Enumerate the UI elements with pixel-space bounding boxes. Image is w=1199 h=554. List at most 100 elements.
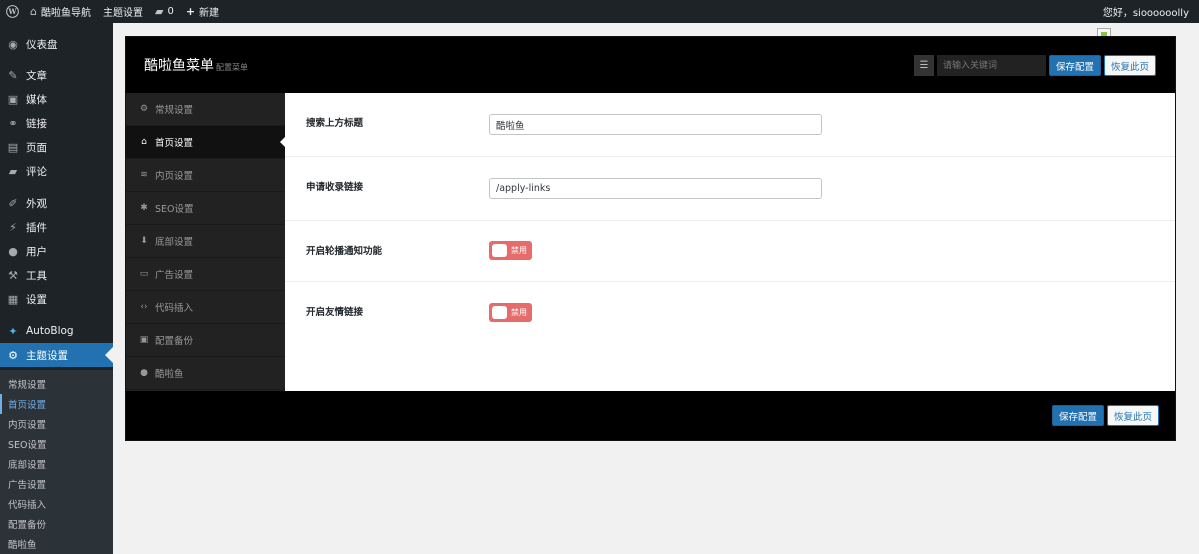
save-button[interactable]: 保存配置 <box>1049 55 1101 76</box>
admin-menu: ◉ 仪表盘 ✎ 文章 ▣ 媒体 ⚭ 链接 ▤ 页面 ▰ 评论 ✐ 外观 ⚡ 插件 ● 用户 ⚒ 工具… <box>0 23 113 554</box>
submenu-item-kulayu[interactable]: 酷啦鱼 <box>0 534 113 554</box>
comment-icon: ▰ <box>8 164 18 178</box>
options-panel: 酷啦鱼菜单 配置菜单 ☰ 保存配置 恢复此页 ⚙ 常规设置 ⌂ 首页设置 ≋ 内页设置… <box>126 37 1175 440</box>
nav-item-footer[interactable]: ⬇ 底部设置 <box>126 225 285 258</box>
panel-footer: 保存配置 恢复此页 <box>126 391 1175 440</box>
nav-item-seo[interactable]: ✱ SEO设置 <box>126 192 285 225</box>
admin-bar: W ⌂ 酷啦鱼导航 主题设置 ▰ 0 + 新建 您好，sioooooolly <box>0 0 1199 23</box>
nav-item-code[interactable]: ‹› 代码插入 <box>126 291 285 324</box>
menu-item-users[interactable]: ● 用户 <box>0 239 113 263</box>
menu-item-comments[interactable]: ▰ 评论 <box>0 159 113 183</box>
user-greeting[interactable]: 您好，sioooooolly <box>1097 0 1199 23</box>
toggle-state-label: 禁用 <box>511 246 527 255</box>
nav-item-ads[interactable]: ▭ 广告设置 <box>126 258 285 291</box>
home-icon: ⌂ <box>141 137 147 147</box>
site-name-link[interactable]: ⌂ 酷啦鱼导航 <box>24 0 97 23</box>
menu-item-media[interactable]: ▣ 媒体 <box>0 87 113 111</box>
field-apply-link: 申请收录链接 <box>285 157 1175 221</box>
submenu-item-inner[interactable]: 内页设置 <box>0 414 113 434</box>
panel-content: 搜索上方标题 申请收录链接 开启轮播通知功能 禁用 开启友情链接 禁用 <box>285 93 1175 391</box>
nav-item-backup[interactable]: ▣ 配置备份 <box>126 324 285 357</box>
comments-link[interactable]: ▰ 0 <box>149 0 180 23</box>
gear-icon: ⚙ <box>139 104 149 114</box>
menu-item-dashboard[interactable]: ◉ 仪表盘 <box>0 32 113 56</box>
menu-item-label: 仪表盘 <box>26 38 58 51</box>
submenu-item-ads[interactable]: 广告设置 <box>0 474 113 494</box>
nav-item-label: 酷啦鱼 <box>155 369 184 380</box>
nav-item-home[interactable]: ⌂ 首页设置 <box>126 126 285 159</box>
theme-settings-submenu: 常规设置 首页设置 内页设置 SEO设置 底部设置 广告设置 代码插入 配置备份… <box>0 370 113 554</box>
nav-item-label: 首页设置 <box>155 138 194 149</box>
panel-subtitle: 配置菜单 <box>216 63 248 72</box>
toggle-knob <box>492 244 507 257</box>
search-input[interactable] <box>937 55 1046 76</box>
nav-item-label: 配置备份 <box>155 336 194 347</box>
nav-item-label: 底部设置 <box>155 237 194 248</box>
submenu-item-seo[interactable]: SEO设置 <box>0 434 113 454</box>
menu-item-links[interactable]: ⚭ 链接 <box>0 111 113 135</box>
reset-page-button[interactable]: 恢复此页 <box>1104 55 1156 76</box>
search-toggle-icon[interactable]: ☰ <box>914 55 934 76</box>
theme-settings-link[interactable]: 主题设置 <box>97 0 149 23</box>
submenu-item-general[interactable]: 常规设置 <box>0 374 113 394</box>
new-content-link[interactable]: + 新建 <box>180 0 225 23</box>
submenu-item-footer[interactable]: 底部设置 <box>0 454 113 474</box>
footer-reset-page-button[interactable]: 恢复此页 <box>1107 405 1159 426</box>
panel-header: 酷啦鱼菜单 配置菜单 ☰ 保存配置 恢复此页 <box>126 37 1175 93</box>
toggle-state-label: 禁用 <box>511 308 527 317</box>
menu-item-label: 链接 <box>26 117 47 130</box>
menu-item-label: 用户 <box>26 245 47 258</box>
home-icon: ⌂ <box>30 5 37 18</box>
search-title-input[interactable] <box>489 114 822 135</box>
menu-item-settings[interactable]: ▦ 设置 <box>0 287 113 311</box>
new-label: 新建 <box>199 8 220 19</box>
field-label: 搜索上方标题 <box>306 118 364 129</box>
carousel-notice-toggle[interactable]: 禁用 <box>489 241 532 260</box>
menu-item-pages[interactable]: ▤ 页面 <box>0 135 113 159</box>
nav-item-label: 广告设置 <box>155 270 194 281</box>
nav-item-inner[interactable]: ≋ 内页设置 <box>126 159 285 192</box>
autoblog-icon: ✦ <box>8 324 18 338</box>
nav-item-label: 代码插入 <box>155 303 194 314</box>
menu-item-label: 外观 <box>26 197 47 210</box>
wrench-icon: ⚒ <box>8 268 18 282</box>
settings-icon: ▦ <box>7 292 19 306</box>
friend-links-toggle[interactable]: 禁用 <box>489 303 532 322</box>
menu-item-label: 页面 <box>26 141 47 154</box>
menu-item-appearance[interactable]: ✐ 外观 <box>0 191 113 215</box>
greeting-label: 您好，sioooooolly <box>1102 8 1189 19</box>
backup-icon: ▣ <box>139 335 149 345</box>
menu-item-theme-settings[interactable]: ⚙ 主题设置 <box>0 343 113 367</box>
wordpress-logo-icon[interactable]: W <box>1 0 24 23</box>
menu-item-label: 评论 <box>26 165 47 178</box>
submenu-item-home[interactable]: 首页设置 <box>0 394 113 414</box>
submenu-item-backup[interactable]: 配置备份 <box>0 514 113 534</box>
seo-icon: ✱ <box>140 203 148 213</box>
panel-nav: ⚙ 常规设置 ⌂ 首页设置 ≋ 内页设置 ✱ SEO设置 ⬇ 底部设置 ▭ 广告设置 ‹› 代… <box>126 93 285 391</box>
page-icon: ▤ <box>7 140 19 154</box>
menu-item-tools[interactable]: ⚒ 工具 <box>0 263 113 287</box>
apply-link-input[interactable] <box>489 178 822 199</box>
menu-item-autoblog[interactable]: ✦ AutoBlog <box>0 319 113 343</box>
gear-icon: ⚙ <box>8 348 18 362</box>
svg-text:W: W <box>7 7 17 16</box>
panel-title: 酷啦鱼菜单 <box>144 58 214 74</box>
submenu-item-code[interactable]: 代码插入 <box>0 494 113 514</box>
nav-item-label: 内页设置 <box>155 171 194 182</box>
pin-icon: ✎ <box>8 68 18 82</box>
menu-item-plugins[interactable]: ⚡ 插件 <box>0 215 113 239</box>
menu-item-label: 媒体 <box>26 93 47 106</box>
field-carousel-notice: 开启轮播通知功能 禁用 <box>285 221 1175 282</box>
nav-item-general[interactable]: ⚙ 常规设置 <box>126 93 285 126</box>
field-label: 开启轮播通知功能 <box>306 246 383 257</box>
user-icon: ● <box>140 368 148 378</box>
nav-item-kulayu[interactable]: ● 酷啦鱼 <box>126 357 285 390</box>
arrow-down-circle-icon: ⬇ <box>140 236 148 246</box>
footer-save-button[interactable]: 保存配置 <box>1052 405 1104 426</box>
code-icon: ‹› <box>140 302 148 312</box>
menu-item-posts[interactable]: ✎ 文章 <box>0 63 113 87</box>
plugin-icon: ⚡ <box>9 220 17 234</box>
field-friend-links: 开启友情链接 禁用 <box>285 282 1175 343</box>
comment-icon: ▰ <box>154 5 164 18</box>
comments-count: 0 <box>167 6 174 17</box>
